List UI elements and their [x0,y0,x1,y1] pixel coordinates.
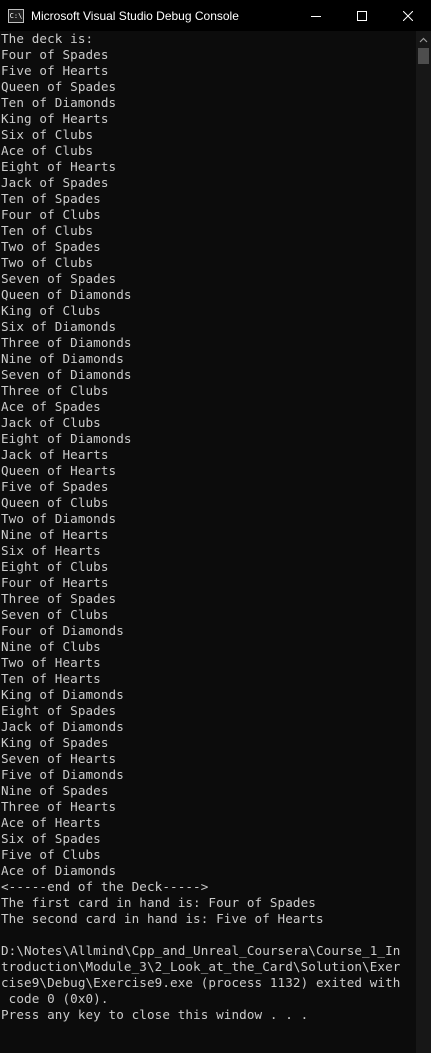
console-line: The first card in hand is: Four of Spade… [1,895,316,910]
console-line: Ace of Spades [1,399,101,414]
close-icon [403,10,413,21]
console-line: Eight of Hearts [1,159,117,174]
console-line: Nine of Diamonds [1,351,124,366]
console-line: Queen of Diamonds [1,287,132,302]
console-line: Eight of Clubs [1,559,109,574]
close-button[interactable] [385,0,431,31]
console-line: The deck is: [1,31,94,46]
console-line: Four of Spades [1,47,109,62]
console-line: Jack of Spades [1,175,109,190]
console-line: Three of Spades [1,591,117,606]
console-output[interactable]: The deck is: Four of Spades Five of Hearts… [0,31,416,1053]
console-line: King of Clubs [1,303,101,318]
console-line: Four of Diamonds [1,623,124,638]
window-controls [293,0,431,31]
console-line: Three of Clubs [1,383,109,398]
console-line: <-----end of the Deck-----> [1,879,209,894]
console-line: Queen of Clubs [1,495,109,510]
debug-console-window: C:\ Microsoft Visual Studio Debug Consol… [0,0,431,1053]
console-line: Two of Diamonds [1,511,117,526]
console-line: Five of Clubs [1,847,101,862]
console-line: Nine of Hearts [1,527,109,542]
console-line: Four of Hearts [1,575,109,590]
console-line: Six of Diamonds [1,319,117,334]
console-line: The second card in hand is: Five of Hear… [1,911,324,926]
console-line: Ace of Clubs [1,143,94,158]
console-line: Five of Diamonds [1,767,124,782]
console-line: Jack of Diamonds [1,719,124,734]
title-bar[interactable]: C:\ Microsoft Visual Studio Debug Consol… [0,0,431,31]
console-line: Ten of Spades [1,191,101,206]
console-line: Jack of Hearts [1,447,109,462]
minimize-icon [311,15,321,17]
console-line: Six of Hearts [1,543,101,558]
console-line: Ace of Diamonds [1,863,117,878]
maximize-button[interactable] [339,0,385,31]
console-line: Queen of Spades [1,79,117,94]
scroll-thumb[interactable] [418,48,429,64]
console-line: D:\Notes\Allmind\Cpp_and_Unreal_Coursera… [1,943,401,958]
maximize-icon [357,10,367,21]
window-title: Microsoft Visual Studio Debug Console [31,8,239,23]
console-line: Six of Spades [1,831,101,846]
console-line: Three of Hearts [1,799,117,814]
console-line: Eight of Diamonds [1,431,132,446]
console-line: Two of Hearts [1,655,101,670]
console-line: troduction\Module_3\2_Look_at_the_Card\S… [1,959,401,974]
console-line: Seven of Spades [1,271,117,286]
chevron-up-icon [419,37,428,42]
console-icon-label: C:\ [9,11,23,20]
console-line: King of Spades [1,735,109,750]
console-line: Two of Clubs [1,255,94,270]
console-line: Eight of Spades [1,703,117,718]
console-line: Two of Spades [1,239,101,254]
console-line: Ten of Clubs [1,223,94,238]
console-line: Three of Diamonds [1,335,132,350]
console-line: King of Diamonds [1,687,124,702]
console-line: Nine of Clubs [1,639,101,654]
console-line: Ten of Diamonds [1,95,117,110]
console-line: cise9\Debug\Exercise9.exe (process 1132)… [1,975,401,990]
console-line: Press any key to close this window . . . [1,1007,309,1022]
vertical-scrollbar[interactable] [416,31,431,1053]
console-line: code 0 (0x0). [1,991,109,1006]
console-line: Ace of Hearts [1,815,101,830]
console-line: Seven of Clubs [1,607,109,622]
console-app-icon: C:\ [8,8,24,23]
console-line: Queen of Hearts [1,463,117,478]
console-line: Ten of Hearts [1,671,101,686]
console-line: Seven of Hearts [1,751,117,766]
console-line: Five of Spades [1,479,109,494]
console-line: Seven of Diamonds [1,367,132,382]
console-line: Six of Clubs [1,127,94,142]
minimize-button[interactable] [293,0,339,31]
console-line: Four of Clubs [1,207,101,222]
console-line: Nine of Spades [1,783,109,798]
console-line: King of Hearts [1,111,109,126]
console-line: Jack of Clubs [1,415,101,430]
console-line: Five of Hearts [1,63,109,78]
scroll-up-button[interactable] [416,31,431,48]
